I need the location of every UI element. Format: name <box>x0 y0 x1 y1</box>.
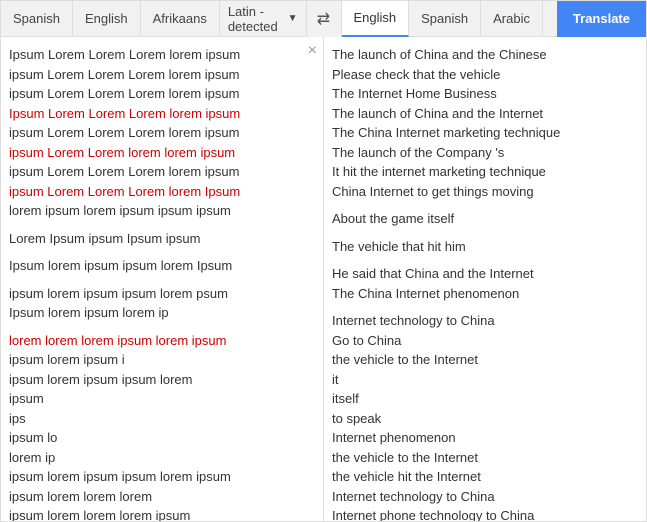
blank-line <box>9 276 295 284</box>
source-text-panel: × Ipsum Lorem Lorem Lorem lorem ipsumips… <box>1 37 324 521</box>
blank-line <box>9 248 295 256</box>
source-line: ipsum <box>9 389 295 409</box>
translated-line: itself <box>332 389 638 409</box>
blank-line <box>332 256 638 264</box>
target-language-tabs: English Spanish Arabic Translate <box>342 1 647 37</box>
source-tab-afrikaans[interactable]: Afrikaans <box>141 1 220 37</box>
translated-line: The China Internet phenomenon <box>332 284 638 304</box>
translated-line: About the game itself <box>332 209 638 229</box>
translated-line: The launch of China and the Internet <box>332 104 638 124</box>
source-line: Ipsum lorem ipsum ipsum lorem Ipsum <box>9 256 295 276</box>
source-line: lorem lorem lorem ipsum lorem ipsum <box>9 331 295 351</box>
blank-line <box>332 229 638 237</box>
blank-line <box>332 303 638 311</box>
source-line: ipsum lorem ipsum ipsum lorem psum <box>9 284 295 304</box>
source-line: Ipsum Lorem Lorem Lorem lorem ipsum <box>9 45 295 65</box>
source-line: ipsum Lorem Lorem lorem lorem ipsum <box>9 143 295 163</box>
source-language-tabs: Spanish English Afrikaans Latin - detect… <box>1 1 306 37</box>
source-text-content: Ipsum Lorem Lorem Lorem lorem ipsumipsum… <box>9 45 315 521</box>
source-tab-spanish[interactable]: Spanish <box>1 1 73 37</box>
target-tab-arabic[interactable]: Arabic <box>481 1 543 37</box>
translated-line: Internet technology to China <box>332 487 638 507</box>
source-line: ipsum Lorem Lorem Lorem lorem ipsum <box>9 123 295 143</box>
source-line: lorem ipsum lorem ipsum ipsum ipsum <box>9 201 295 221</box>
toolbar: Spanish English Afrikaans Latin - detect… <box>1 1 646 37</box>
translated-line: The China Internet marketing technique <box>332 123 638 143</box>
translated-text-panel: The launch of China and the ChinesePleas… <box>324 37 646 521</box>
translated-line: Go to China <box>332 331 638 351</box>
source-line: ipsum lorem ipsum ipsum lorem <box>9 370 295 390</box>
translated-line: to speak <box>332 409 638 429</box>
translated-line: The vehicle that hit him <box>332 237 638 257</box>
translated-line: It hit the internet marketing technique <box>332 162 638 182</box>
translated-line: China Internet to get things moving <box>332 182 638 202</box>
translated-line: the vehicle hit the Internet <box>332 467 638 487</box>
source-line: ipsum Lorem Lorem Lorem lorem Ipsum <box>9 182 295 202</box>
source-line: lorem ip <box>9 448 295 468</box>
target-tab-english[interactable]: English <box>342 1 410 37</box>
translated-line: the vehicle to the Internet <box>332 448 638 468</box>
blank-line <box>332 201 638 209</box>
translated-line: Please check that the vehicle <box>332 65 638 85</box>
source-line: ipsum lo <box>9 428 295 448</box>
source-line: ips <box>9 409 295 429</box>
blank-line <box>9 323 295 331</box>
clear-button[interactable]: × <box>308 43 317 59</box>
source-line: ipsum Lorem Lorem Lorem lorem ipsum <box>9 65 295 85</box>
translated-line: Internet phone technology to China <box>332 506 638 521</box>
target-tab-spanish[interactable]: Spanish <box>409 1 481 37</box>
source-line: Lorem Ipsum ipsum Ipsum ipsum <box>9 229 295 249</box>
blank-line <box>9 221 295 229</box>
translator-app: Spanish English Afrikaans Latin - detect… <box>0 0 647 522</box>
source-line: ipsum lorem ipsum ipsum lorem ipsum <box>9 467 295 487</box>
translate-button[interactable]: Translate <box>557 1 646 37</box>
source-tab-detected[interactable]: Latin - detected ▼ <box>220 4 306 34</box>
source-line: ipsum Lorem Lorem Lorem lorem ipsum <box>9 162 295 182</box>
source-line: ipsum lorem lorem lorem ipsum <box>9 506 295 521</box>
chevron-down-icon: ▼ <box>288 13 298 24</box>
translated-line: Internet technology to China <box>332 311 638 331</box>
translated-line: The launch of China and the Chinese <box>332 45 638 65</box>
swap-languages-button[interactable]: ⇄ <box>306 1 342 37</box>
translated-line: The launch of the Company 's <box>332 143 638 163</box>
source-line: Ipsum Lorem Lorem Lorem lorem ipsum <box>9 104 295 124</box>
source-line: Ipsum lorem ipsum lorem ip <box>9 303 295 323</box>
source-line: ipsum lorem ipsum i <box>9 350 295 370</box>
translated-text-content: The launch of China and the ChinesePleas… <box>332 45 638 521</box>
translated-line: The Internet Home Business <box>332 84 638 104</box>
translated-line: He said that China and the Internet <box>332 264 638 284</box>
translated-line: Internet phenomenon <box>332 428 638 448</box>
translated-line: the vehicle to the Internet <box>332 350 638 370</box>
source-line: ipsum Lorem Lorem Lorem lorem ipsum <box>9 84 295 104</box>
main-content: × Ipsum Lorem Lorem Lorem lorem ipsumips… <box>1 37 646 521</box>
translated-line: it <box>332 370 638 390</box>
source-tab-english[interactable]: English <box>73 1 141 37</box>
source-line: ipsum lorem lorem lorem <box>9 487 295 507</box>
